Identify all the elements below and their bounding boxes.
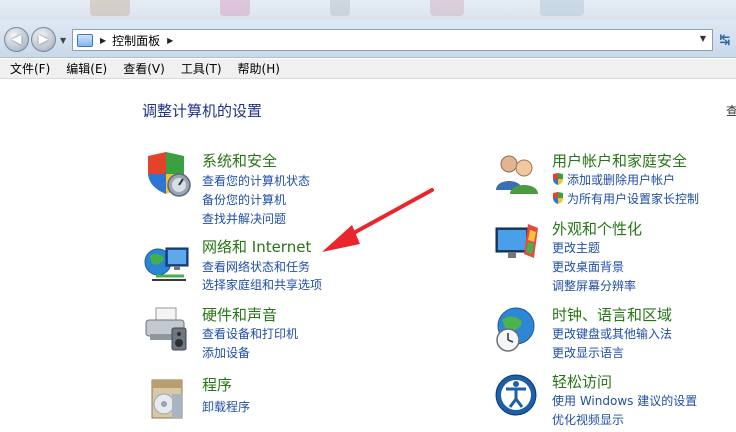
taskbar-item bbox=[330, 0, 350, 16]
view-by-label[interactable]: 查 bbox=[726, 102, 736, 119]
link-parental-controls[interactable]: 为所有用户设置家长控制 bbox=[552, 190, 699, 207]
programs-box-icon[interactable] bbox=[142, 374, 192, 424]
menu-tools[interactable]: 工具(T) bbox=[175, 60, 228, 77]
category-title-network[interactable]: 网络和 Internet bbox=[202, 236, 311, 257]
link-uninstall-program[interactable]: 卸载程序 bbox=[202, 398, 250, 415]
category-user-accounts: 用户帐户和家庭安全 添加或删除用户帐户 为所有用户设置家长控制 bbox=[492, 150, 732, 210]
history-dropdown[interactable]: ▼ bbox=[60, 36, 68, 45]
network-globe-icon[interactable] bbox=[142, 236, 192, 286]
link-desktop-background[interactable]: 更改桌面背景 bbox=[552, 258, 624, 275]
address-toolbar: ◀ ▶ ▼ ▶ 控制面板 ▶ ▼ ↹ bbox=[0, 20, 736, 58]
breadcrumb-separator-icon[interactable]: ▶ bbox=[100, 36, 106, 45]
uac-shield-icon bbox=[553, 192, 563, 204]
menu-file[interactable]: 文件(F) bbox=[4, 60, 56, 77]
back-arrow-icon: ◀ bbox=[11, 32, 22, 47]
link-screen-resolution[interactable]: 调整屏幕分辨率 bbox=[552, 277, 636, 294]
category-title-users[interactable]: 用户帐户和家庭安全 bbox=[552, 150, 687, 171]
forward-arrow-icon: ▶ bbox=[38, 32, 49, 47]
taskbar-item bbox=[220, 0, 250, 16]
breadcrumb-separator-icon[interactable]: ▶ bbox=[167, 36, 173, 45]
link-devices-printers[interactable]: 查看设备和打印机 bbox=[202, 325, 298, 342]
link-optimize-video[interactable]: 优化视频显示 bbox=[552, 411, 624, 428]
printer-icon[interactable] bbox=[142, 304, 192, 354]
link-backup-computer[interactable]: 备份您的计算机 bbox=[202, 191, 286, 208]
category-system-security: 系统和安全 查看您的计算机状态 备份您的计算机 查找并解决问题 bbox=[142, 150, 422, 230]
address-bar[interactable]: ▶ 控制面板 ▶ ▼ bbox=[72, 29, 713, 51]
shield-security-icon[interactable] bbox=[142, 150, 192, 200]
category-network-internet: 网络和 Internet 查看网络状态和任务 选择家庭组和共享选项 bbox=[142, 236, 442, 296]
category-title-clock[interactable]: 时钟、语言和区域 bbox=[552, 304, 672, 325]
link-parental-controls-label: 为所有用户设置家长控制 bbox=[567, 192, 700, 206]
link-windows-recommended[interactable]: 使用 Windows 建议的设置 bbox=[552, 392, 697, 409]
category-appearance: 外观和个性化 更改主题 更改桌面背景 调整屏幕分辨率 bbox=[492, 218, 732, 298]
category-title-programs[interactable]: 程序 bbox=[202, 374, 232, 395]
category-ease-of-access: 轻松访问 使用 Windows 建议的设置 优化视频显示 bbox=[492, 371, 732, 427]
menu-view[interactable]: 查看(V) bbox=[117, 60, 171, 77]
link-display-language[interactable]: 更改显示语言 bbox=[552, 344, 624, 361]
forward-button[interactable]: ▶ bbox=[31, 27, 56, 52]
address-dropdown[interactable]: ▼ bbox=[700, 34, 706, 43]
ease-of-access-icon[interactable] bbox=[492, 371, 542, 421]
refresh-button[interactable]: ↹ bbox=[716, 31, 734, 49]
category-hardware-sound: 硬件和声音 查看设备和打印机 添加设备 bbox=[142, 304, 442, 364]
menu-help[interactable]: 帮助(H) bbox=[232, 60, 286, 77]
menu-edit[interactable]: 编辑(E) bbox=[60, 60, 113, 77]
refresh-icon: ↹ bbox=[719, 32, 731, 48]
users-icon[interactable] bbox=[492, 150, 542, 200]
link-add-device[interactable]: 添加设备 bbox=[202, 344, 250, 361]
link-keyboard-input[interactable]: 更改键盘或其他输入法 bbox=[552, 325, 672, 342]
category-programs: 程序 卸载程序 bbox=[142, 374, 442, 424]
uac-shield-icon bbox=[553, 173, 563, 185]
link-troubleshoot[interactable]: 查找并解决问题 bbox=[202, 210, 286, 227]
category-title-appearance[interactable]: 外观和个性化 bbox=[552, 218, 642, 239]
appearance-monitor-icon[interactable] bbox=[492, 218, 542, 268]
link-view-computer-status[interactable]: 查看您的计算机状态 bbox=[202, 172, 310, 189]
category-title-ease[interactable]: 轻松访问 bbox=[552, 371, 612, 392]
taskbar-strip bbox=[0, 0, 736, 20]
link-network-status[interactable]: 查看网络状态和任务 bbox=[202, 258, 310, 275]
breadcrumb-control-panel[interactable]: 控制面板 bbox=[112, 32, 160, 49]
taskbar-item bbox=[430, 0, 464, 16]
page-title: 调整计算机的设置 bbox=[142, 102, 263, 120]
category-title-hardware[interactable]: 硬件和声音 bbox=[202, 304, 277, 325]
menu-bar: 文件(F) 编辑(E) 查看(V) 工具(T) 帮助(H) bbox=[0, 59, 736, 79]
control-panel-icon bbox=[77, 33, 93, 47]
link-add-remove-accounts[interactable]: 添加或删除用户帐户 bbox=[552, 171, 675, 188]
category-title-system[interactable]: 系统和安全 bbox=[202, 150, 277, 171]
clock-globe-icon[interactable] bbox=[492, 304, 542, 354]
category-clock-language: 时钟、语言和区域 更改键盘或其他输入法 更改显示语言 bbox=[492, 304, 732, 364]
taskbar-item bbox=[540, 0, 584, 16]
taskbar-item bbox=[90, 0, 130, 16]
link-add-remove-accounts-label: 添加或删除用户帐户 bbox=[567, 173, 676, 187]
back-button[interactable]: ◀ bbox=[4, 27, 29, 52]
link-change-theme[interactable]: 更改主题 bbox=[552, 239, 600, 256]
link-homegroup-sharing[interactable]: 选择家庭组和共享选项 bbox=[202, 276, 322, 293]
